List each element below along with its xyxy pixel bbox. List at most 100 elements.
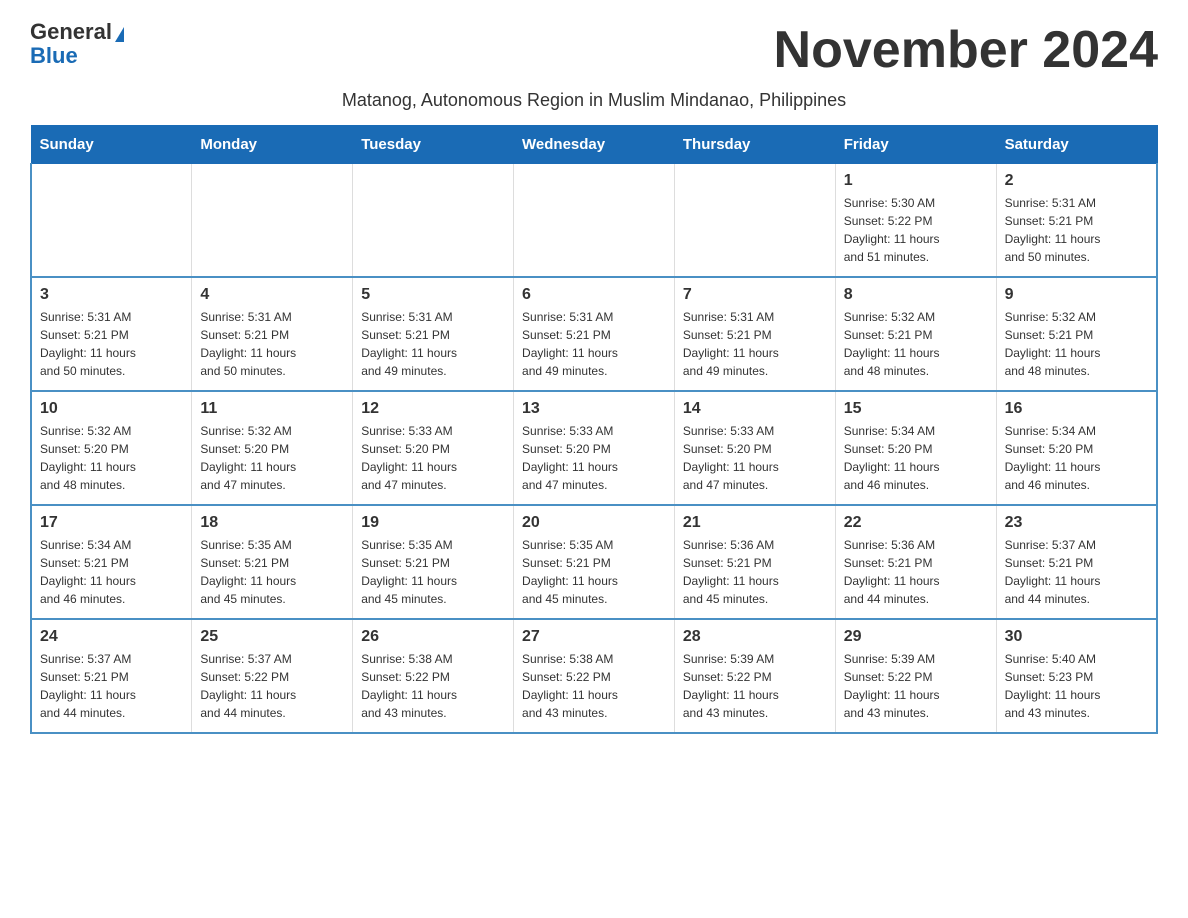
weekday-header-sunday: Sunday [31,126,192,164]
day-info: Sunrise: 5:32 AM Sunset: 5:20 PM Dayligh… [40,422,183,494]
calendar-week-row: 24 Sunrise: 5:37 AM Sunset: 5:21 PM Dayli… [31,619,1157,733]
day-info: Sunrise: 5:33 AM Sunset: 5:20 PM Dayligh… [683,422,827,494]
day-info: Sunrise: 5:34 AM Sunset: 5:21 PM Dayligh… [40,536,183,608]
calendar-cell: 29Sunrise: 5:39 AM Sunset: 5:22 PM Dayli… [835,619,996,733]
day-info: Sunrise: 5:32 AM Sunset: 5:21 PM Dayligh… [1005,308,1148,380]
day-number: 23 [1005,514,1148,532]
calendar-cell: 13Sunrise: 5:33 AM Sunset: 5:20 PM Dayli… [514,391,675,505]
day-number: 8 [844,286,988,304]
day-number: 7 [683,286,827,304]
calendar-cell: 30 Sunrise: 5:40 AM Sunset: 5:23 PM Dayli… [996,619,1157,733]
day-info: Sunrise: 5:39 AM Sunset: 5:22 PM Dayligh… [683,650,827,722]
day-number: 3 [40,286,183,304]
calendar-cell: 28 Sunrise: 5:39 AM Sunset: 5:22 PM Dayli… [674,619,835,733]
calendar-cell [674,164,835,278]
calendar-week-row: 1 Sunrise: 5:30 AM Sunset: 5:22 PM Daylig… [31,164,1157,278]
day-info: Sunrise: 5:30 AM Sunset: 5:22 PM Dayligh… [844,194,988,266]
day-number: 11 [200,400,344,418]
day-number: 30 [1005,628,1148,646]
calendar-cell: 25 Sunrise: 5:37 AM Sunset: 5:22 PM Dayli… [192,619,353,733]
day-number: 24 [40,628,183,646]
calendar-cell: 11 Sunrise: 5:32 AM Sunset: 5:20 PM Dayli… [192,391,353,505]
day-number: 20 [522,514,666,532]
day-info: Sunrise: 5:36 AM Sunset: 5:21 PM Dayligh… [683,536,827,608]
month-title: November 2024 [774,20,1158,80]
day-info: Sunrise: 5:31 AM Sunset: 5:21 PM Dayligh… [200,308,344,380]
day-number: 4 [200,286,344,304]
calendar-cell: 17 Sunrise: 5:34 AM Sunset: 5:21 PM Dayli… [31,505,192,619]
header: General Blue November 2024 [30,20,1158,80]
weekday-header-row: SundayMondayTuesdayWednesdayThursdayFrid… [31,126,1157,164]
calendar-cell [353,164,514,278]
day-number: 10 [40,400,183,418]
weekday-header-monday: Monday [192,126,353,164]
day-number: 9 [1005,286,1148,304]
day-number: 21 [683,514,827,532]
day-number: 18 [200,514,344,532]
day-info: Sunrise: 5:31 AM Sunset: 5:21 PM Dayligh… [40,308,183,380]
calendar-cell [192,164,353,278]
weekday-header-tuesday: Tuesday [353,126,514,164]
day-info: Sunrise: 5:32 AM Sunset: 5:20 PM Dayligh… [200,422,344,494]
day-number: 27 [522,628,666,646]
day-info: Sunrise: 5:39 AM Sunset: 5:22 PM Dayligh… [844,650,988,722]
calendar-cell: 12 Sunrise: 5:33 AM Sunset: 5:20 PM Dayli… [353,391,514,505]
day-number: 12 [361,400,505,418]
weekday-header-wednesday: Wednesday [514,126,675,164]
calendar-cell: 20 Sunrise: 5:35 AM Sunset: 5:21 PM Dayli… [514,505,675,619]
day-number: 16 [1005,400,1148,418]
calendar-table: SundayMondayTuesdayWednesdayThursdayFrid… [30,125,1158,734]
calendar-cell: 3 Sunrise: 5:31 AM Sunset: 5:21 PM Daylig… [31,277,192,391]
logo-general-text: General [30,20,124,44]
day-info: Sunrise: 5:38 AM Sunset: 5:22 PM Dayligh… [522,650,666,722]
calendar-cell [31,164,192,278]
weekday-header-friday: Friday [835,126,996,164]
calendar-week-row: 17 Sunrise: 5:34 AM Sunset: 5:21 PM Dayli… [31,505,1157,619]
logo: General Blue [30,20,124,68]
calendar-cell: 8 Sunrise: 5:32 AM Sunset: 5:21 PM Daylig… [835,277,996,391]
day-info: Sunrise: 5:33 AM Sunset: 5:20 PM Dayligh… [361,422,505,494]
calendar-cell: 4 Sunrise: 5:31 AM Sunset: 5:21 PM Daylig… [192,277,353,391]
weekday-header-thursday: Thursday [674,126,835,164]
calendar-week-row: 10 Sunrise: 5:32 AM Sunset: 5:20 PM Dayli… [31,391,1157,505]
calendar-cell: 9 Sunrise: 5:32 AM Sunset: 5:21 PM Daylig… [996,277,1157,391]
day-number: 2 [1005,172,1148,190]
day-number: 28 [683,628,827,646]
calendar-cell: 22Sunrise: 5:36 AM Sunset: 5:21 PM Dayli… [835,505,996,619]
calendar-cell: 21 Sunrise: 5:36 AM Sunset: 5:21 PM Dayli… [674,505,835,619]
calendar-cell: 6 Sunrise: 5:31 AM Sunset: 5:21 PM Daylig… [514,277,675,391]
calendar-cell: 14 Sunrise: 5:33 AM Sunset: 5:20 PM Dayli… [674,391,835,505]
day-info: Sunrise: 5:40 AM Sunset: 5:23 PM Dayligh… [1005,650,1148,722]
day-number: 17 [40,514,183,532]
day-info: Sunrise: 5:37 AM Sunset: 5:21 PM Dayligh… [40,650,183,722]
day-info: Sunrise: 5:37 AM Sunset: 5:22 PM Dayligh… [200,650,344,722]
day-number: 22 [844,514,988,532]
day-info: Sunrise: 5:32 AM Sunset: 5:21 PM Dayligh… [844,308,988,380]
calendar-cell: 5 Sunrise: 5:31 AM Sunset: 5:21 PM Daylig… [353,277,514,391]
calendar-cell: 18 Sunrise: 5:35 AM Sunset: 5:21 PM Dayli… [192,505,353,619]
calendar-cell: 24 Sunrise: 5:37 AM Sunset: 5:21 PM Dayli… [31,619,192,733]
calendar-cell: 27 Sunrise: 5:38 AM Sunset: 5:22 PM Dayli… [514,619,675,733]
calendar-cell: 19Sunrise: 5:35 AM Sunset: 5:21 PM Dayli… [353,505,514,619]
day-info: Sunrise: 5:31 AM Sunset: 5:21 PM Dayligh… [683,308,827,380]
day-number: 1 [844,172,988,190]
day-number: 26 [361,628,505,646]
weekday-header-saturday: Saturday [996,126,1157,164]
calendar-cell: 15Sunrise: 5:34 AM Sunset: 5:20 PM Dayli… [835,391,996,505]
day-number: 25 [200,628,344,646]
day-info: Sunrise: 5:31 AM Sunset: 5:21 PM Dayligh… [361,308,505,380]
day-info: Sunrise: 5:34 AM Sunset: 5:20 PM Dayligh… [1005,422,1148,494]
day-info: Sunrise: 5:38 AM Sunset: 5:22 PM Dayligh… [361,650,505,722]
day-info: Sunrise: 5:37 AM Sunset: 5:21 PM Dayligh… [1005,536,1148,608]
calendar-cell: 16 Sunrise: 5:34 AM Sunset: 5:20 PM Dayli… [996,391,1157,505]
calendar-cell: 2Sunrise: 5:31 AM Sunset: 5:21 PM Daylig… [996,164,1157,278]
day-number: 6 [522,286,666,304]
day-number: 14 [683,400,827,418]
day-info: Sunrise: 5:35 AM Sunset: 5:21 PM Dayligh… [200,536,344,608]
subtitle: Matanog, Autonomous Region in Muslim Min… [30,90,1158,111]
day-info: Sunrise: 5:34 AM Sunset: 5:20 PM Dayligh… [844,422,988,494]
calendar-cell: 23 Sunrise: 5:37 AM Sunset: 5:21 PM Dayli… [996,505,1157,619]
day-number: 5 [361,286,505,304]
day-info: Sunrise: 5:31 AM Sunset: 5:21 PM Dayligh… [522,308,666,380]
day-info: Sunrise: 5:35 AM Sunset: 5:21 PM Dayligh… [522,536,666,608]
